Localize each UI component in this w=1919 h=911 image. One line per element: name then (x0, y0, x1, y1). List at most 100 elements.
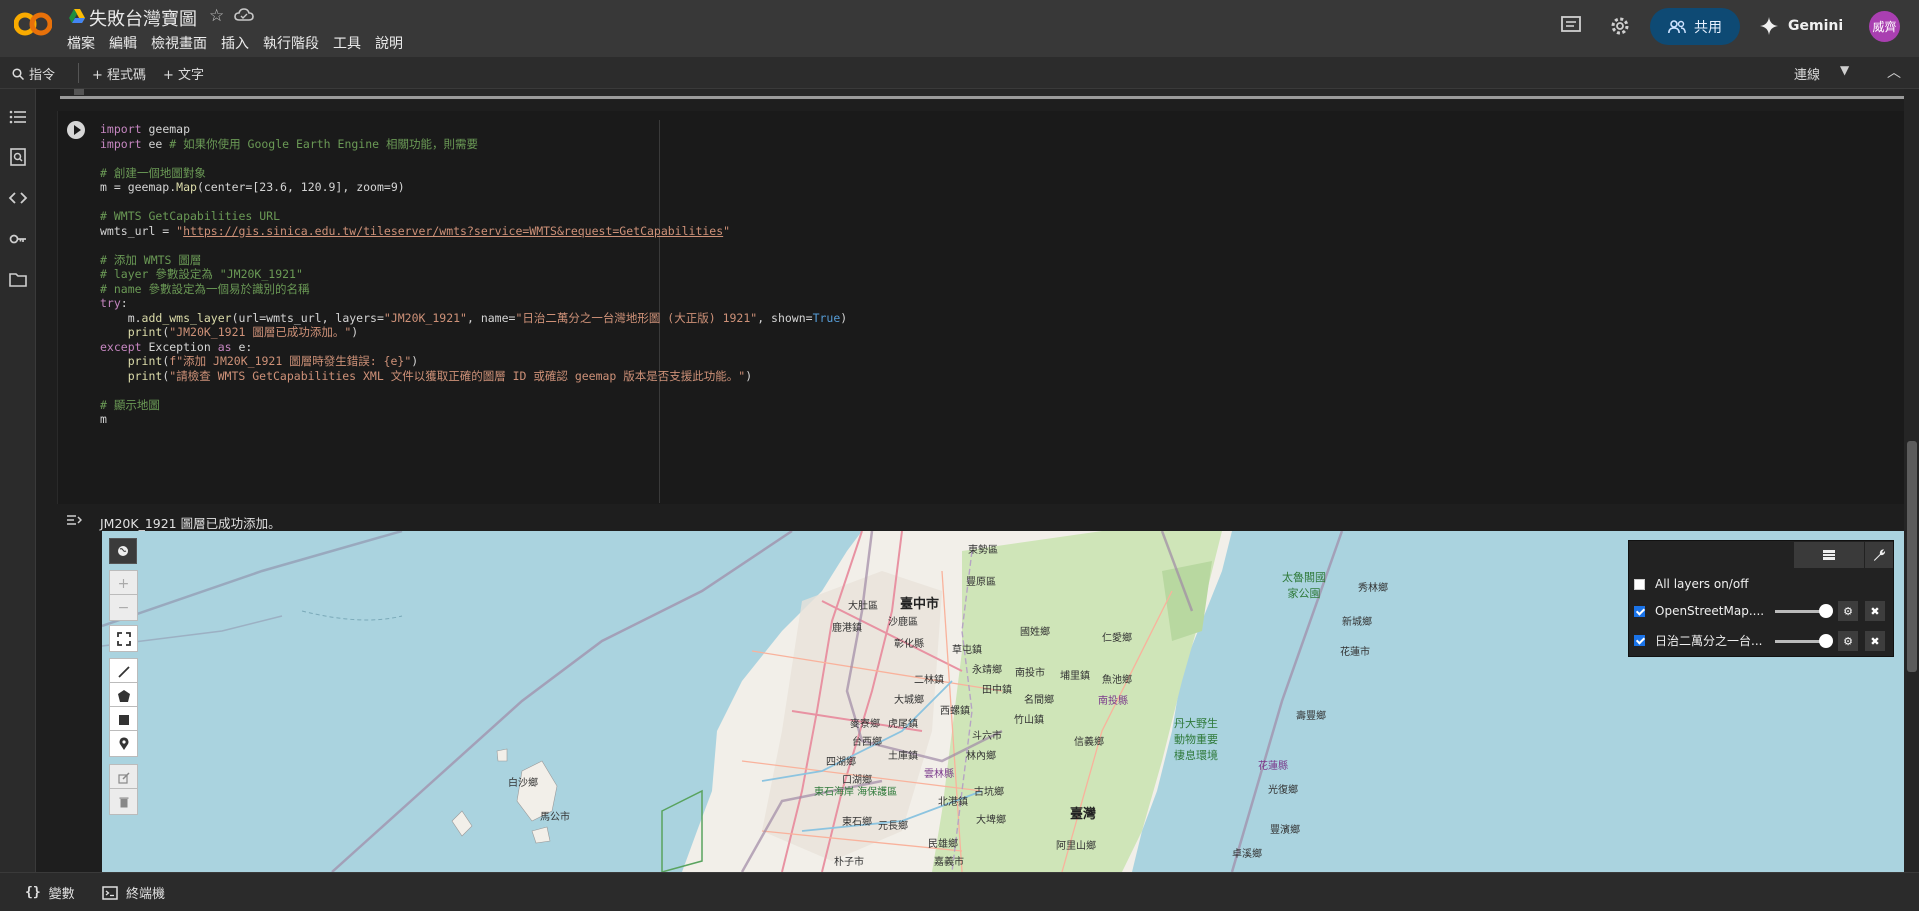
colab-logo-icon[interactable] (14, 10, 52, 38)
map-label-mailiao: 麥寮鄉 (850, 719, 880, 730)
globe-icon (118, 546, 128, 556)
notebook-title[interactable]: 失敗台灣寶圖 (89, 5, 197, 31)
menu-tools[interactable]: 工具 (333, 33, 361, 52)
menu-edit[interactable]: 編輯 (109, 33, 137, 52)
map-label-shalu: 沙鹿區 (888, 617, 918, 628)
code-line: m (100, 412, 107, 426)
gear-icon[interactable] (1609, 15, 1631, 37)
zoom-in-button[interactable]: + (109, 570, 138, 597)
cloud-saved-icon[interactable] (234, 7, 254, 23)
chevron-down-icon[interactable]: ▼ (1840, 63, 1849, 77)
polyline-icon (117, 665, 130, 678)
layer-jm20k-settings-button[interactable]: ⚙ (1838, 631, 1858, 651)
map-label-xiulin: 秀林鄉 (1358, 583, 1388, 594)
all-layers-checkbox[interactable] (1634, 578, 1645, 590)
braces-icon: {} (25, 885, 41, 900)
side-rail (0, 89, 36, 872)
layer-osm-name: OpenStreetMap.... (1655, 604, 1765, 618)
menu-runtime[interactable]: 執行階段 (263, 33, 319, 52)
menu-file[interactable]: 檔案 (67, 33, 95, 52)
connect-button[interactable]: 連線 (1794, 64, 1820, 83)
share-label: 共用 (1694, 19, 1722, 36)
output-toggle-icon[interactable] (66, 512, 83, 528)
previous-cell-scrollbar[interactable] (60, 89, 1904, 99)
layer-jm20k-opacity-handle[interactable] (1819, 634, 1833, 648)
gemini-label: Gemini (1788, 18, 1844, 34)
code-editor[interactable]: import geemap import ee # 如果你使用 Google Ea… (100, 121, 847, 426)
menu-help[interactable]: 說明 (375, 33, 403, 52)
code-line: print(f"添加 JM20K_1921 圖層時發生錯誤: {e}") (127, 354, 419, 368)
layer-jm20k-checkbox[interactable] (1634, 634, 1645, 646)
fullscreen-button[interactable] (109, 625, 138, 652)
map-label-xiluo: 西螺鎮 (940, 706, 970, 717)
layer-jm20k-opacity-slider[interactable] (1775, 640, 1825, 643)
table-of-contents-icon[interactable] (8, 107, 28, 127)
polygon-icon (117, 689, 130, 702)
map-label-tuku: 土庫鎮 (888, 751, 918, 762)
comment-icon[interactable] (1560, 15, 1582, 35)
map-label-alishan: 阿里山鄉 (1056, 841, 1096, 852)
add-code-button[interactable]: + 程式碼 (92, 64, 146, 83)
map-label-caotun: 草屯鎮 (952, 645, 982, 656)
code-line: m = geemap.Map(center=[23.6, 120.9], zoo… (100, 180, 405, 194)
layer-row-osm: OpenStreetMap.... (1634, 601, 1764, 621)
terminal-button[interactable]: 終端機 (102, 883, 165, 902)
globe-toggle-button[interactable] (109, 538, 137, 564)
map-label-taiwan: 臺灣 (1070, 807, 1097, 822)
map-label-penghu: 馬公市 (540, 812, 570, 823)
menu-bar: 檔案 編輯 檢視畫面 插入 執行階段 工具 說明 (67, 33, 403, 52)
map-label-ren-ai: 仁愛鄉 (1102, 633, 1132, 644)
edit-layers-button[interactable] (109, 764, 138, 791)
edit-icon (117, 771, 130, 784)
delete-layers-button[interactable] (109, 788, 138, 815)
add-text-button[interactable]: + 文字 (163, 64, 204, 83)
notebook-toolbar: 指令 + 程式碼 + 文字 連線 ▼ ︿ (0, 57, 1919, 89)
zoom-out-button[interactable]: − (109, 594, 138, 621)
folder-icon[interactable] (8, 270, 28, 290)
page-scrollbar-thumb[interactable] (1907, 441, 1917, 672)
variables-button[interactable]: {} 變數 (25, 883, 75, 902)
gemini-button[interactable]: Gemini (1760, 12, 1843, 40)
code-line: print("請檢查 WMTS GetCapabilities XML 文件以獲… (127, 368, 753, 383)
menu-view[interactable]: 檢視畫面 (151, 33, 207, 52)
layer-osm-opacity-handle[interactable] (1819, 604, 1833, 618)
map-label-yongjing: 永靖鄉 (972, 665, 1002, 676)
draw-rectangle-button[interactable] (109, 706, 138, 733)
code-line: m.add_wms_layer(url=wmts_url, layers="JM… (100, 310, 848, 325)
layer-tools-button[interactable] (1865, 542, 1893, 568)
command-palette-button[interactable]: 指令 (12, 64, 55, 83)
share-button[interactable]: 共用 (1650, 8, 1740, 45)
map-label-shoufeng: 壽豐鄉 (1296, 711, 1326, 722)
chevron-up-icon[interactable]: ︿ (1887, 62, 1901, 82)
cell-output-text: JM20K_1921 圖層已成功添加。 (100, 516, 281, 531)
code-line: import ee # 如果你使用 Google Earth Engine 相關… (100, 136, 478, 151)
layer-osm-checkbox[interactable] (1634, 605, 1645, 617)
code-line: # 顯示地圖 (100, 397, 160, 412)
draw-polyline-button[interactable] (109, 658, 138, 685)
map-label-huadong: 花蓮縣 (1258, 761, 1288, 772)
map-label-linnei: 林內鄉 (966, 751, 996, 762)
layer-osm-remove-button[interactable]: ✖ (1865, 601, 1885, 621)
layer-osm-settings-button[interactable]: ⚙ (1838, 601, 1858, 621)
find-icon[interactable] (8, 147, 28, 167)
layer-jm20k-remove-button[interactable]: ✖ (1865, 631, 1885, 651)
draw-polygon-button[interactable] (109, 682, 138, 709)
fullscreen-icon (116, 631, 131, 646)
layer-list-button[interactable] (1794, 542, 1864, 568)
map-label-changhua: 彰化縣 (894, 639, 924, 650)
map-label-baisha: 白沙鄉 (508, 778, 538, 789)
map-label-wetland: 東石海岸 海保護區 (814, 787, 898, 798)
avatar[interactable]: 威齊 (1869, 11, 1900, 42)
draw-marker-button[interactable] (109, 730, 138, 757)
star-icon[interactable]: ☆ (209, 6, 224, 26)
wrench-icon (1874, 549, 1886, 561)
key-icon[interactable] (8, 229, 28, 249)
menu-insert[interactable]: 插入 (221, 33, 249, 52)
all-layers-label: All layers on/off (1655, 577, 1749, 591)
code-snippets-icon[interactable] (8, 188, 28, 208)
layer-osm-opacity-slider[interactable] (1775, 610, 1825, 613)
variables-label: 變數 (48, 887, 75, 902)
all-layers-toggle[interactable]: All layers on/off (1634, 574, 1748, 594)
run-cell-button[interactable] (67, 121, 85, 139)
map-label-mingjian: 名間鄉 (1024, 695, 1054, 706)
